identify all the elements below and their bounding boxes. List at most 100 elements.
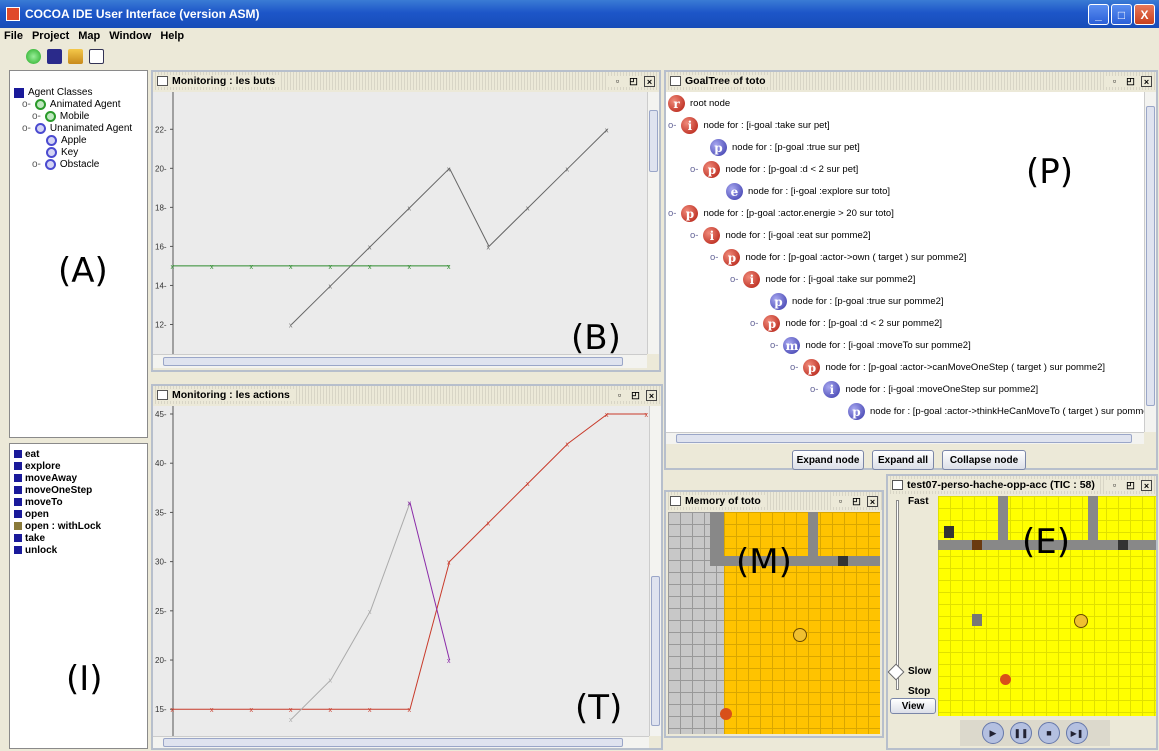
goaltree-horizontal-scrollbar[interactable] <box>666 432 1144 444</box>
tree-node[interactable]: p node for : [p-goal :actor->thinkHeCanMo… <box>848 403 1156 420</box>
tree-root[interactable]: Agent Classes <box>14 87 92 98</box>
close-icon[interactable]: × <box>1141 479 1152 491</box>
expand-node-button[interactable]: Expand node <box>792 450 864 470</box>
close-icon[interactable]: × <box>644 75 655 87</box>
menu-project[interactable]: Project <box>32 30 69 42</box>
iconify-icon[interactable]: ▫ <box>1109 480 1120 491</box>
actions-vertical-scrollbar[interactable] <box>649 406 661 736</box>
label-a: (A) <box>58 251 108 291</box>
action-unlock[interactable]: unlock <box>14 544 101 556</box>
play-button[interactable]: ▶ <box>982 722 1004 744</box>
tree-node[interactable]: o-p node for : [p-goal :actor->own ( targ… <box>710 249 966 266</box>
maximize-button[interactable]: □ <box>1111 4 1132 25</box>
label-p: (P) <box>1026 152 1074 192</box>
monitoring-actions-header[interactable]: Monitoring : les actions ▫ ◰ × <box>153 386 661 404</box>
map-icon[interactable] <box>68 48 83 64</box>
step-button[interactable]: ▶❚ <box>1066 722 1088 744</box>
speed-slider-track[interactable] <box>896 500 899 690</box>
tree-node[interactable]: p node for : [p-goal :true sur pet] <box>710 139 860 156</box>
iconify-icon[interactable]: ▫ <box>1109 76 1120 87</box>
goaltree-header[interactable]: GoalTree of toto ▫ ◰ × <box>666 72 1156 90</box>
menu-map[interactable]: Map <box>78 30 100 42</box>
tree-node[interactable]: o-p node for : [p-goal :actor->canMoveOne… <box>790 359 1105 376</box>
y-tick-label: 16- <box>155 242 167 251</box>
close-icon[interactable]: × <box>867 495 878 507</box>
tree-node[interactable]: p node for : [p-goal :true sur pomme2] <box>770 293 944 310</box>
axe-icon <box>972 614 982 626</box>
tree-item-key[interactable]: Key <box>46 147 78 158</box>
action-take[interactable]: take <box>14 532 101 544</box>
view-button[interactable]: View <box>890 698 936 714</box>
tree-node[interactable]: e node for : [i-goal :explore sur toto] <box>726 183 890 200</box>
maximize-icon[interactable]: ◰ <box>1125 76 1136 87</box>
tree-item-animated-agent[interactable]: o- Animated Agent <box>22 99 121 110</box>
speed-stop-label: Stop <box>908 686 931 697</box>
speed-control: Fast Slow Stop <box>887 496 936 697</box>
data-point: x <box>605 412 609 419</box>
tree-node[interactable]: o-p node for : [p-goal :actor.energie > 2… <box>668 205 894 222</box>
tree-node[interactable]: o-i node for : [i-goal :take sur pomme2] <box>730 271 915 288</box>
data-point: x <box>526 481 530 488</box>
tree-node[interactable]: o-i node for : [i-goal :eat sur pomme2] <box>690 227 871 244</box>
memory-header[interactable]: Memory of toto ▫ ◰ × <box>666 492 882 510</box>
menu-help[interactable]: Help <box>160 30 184 42</box>
y-tick-label: 20- <box>155 656 167 665</box>
action-eat[interactable]: eat <box>14 448 101 460</box>
maximize-icon[interactable]: ◰ <box>851 496 862 507</box>
monitoring-goals-header[interactable]: Monitoring : les buts ▫ ◰ × <box>153 72 659 90</box>
menu-file[interactable]: File <box>4 30 23 42</box>
tree-node[interactable]: o-m node for : [i-goal :moveTo sur pomme2… <box>770 337 971 354</box>
run-icon[interactable] <box>26 48 41 64</box>
goals-vertical-scrollbar[interactable] <box>647 92 659 354</box>
tree-node[interactable]: o-i node for : [i-goal :take sur pet] <box>668 117 830 134</box>
action-open[interactable]: open <box>14 508 101 520</box>
frame-icon <box>670 496 681 506</box>
y-tick-label: 35- <box>155 508 167 517</box>
data-point: x <box>447 658 451 665</box>
action-moveaway[interactable]: moveAway <box>14 472 101 484</box>
data-point: x <box>171 264 175 271</box>
wall <box>1088 496 1098 550</box>
agent-icon[interactable] <box>47 48 62 64</box>
window-icon[interactable] <box>89 48 104 64</box>
tree-node[interactable]: o-i node for : [i-goal :moveOneStep sur p… <box>810 381 1038 398</box>
data-point: x <box>329 283 333 290</box>
maximize-icon[interactable]: ◰ <box>630 390 641 401</box>
stop-button[interactable]: ■ <box>1038 722 1060 744</box>
data-point: x <box>408 205 412 212</box>
action-explore[interactable]: explore <box>14 460 101 472</box>
tree-node[interactable]: o-p node for : [p-goal :d < 2 sur pomme2] <box>750 315 942 332</box>
iconify-icon[interactable]: ▫ <box>835 496 846 507</box>
iconify-icon[interactable]: ▫ <box>614 390 625 401</box>
tree-item-apple[interactable]: Apple <box>46 135 87 146</box>
simulation-header[interactable]: test07-perso-hache-opp-acc (TIC : 58) ▫ ◰… <box>888 476 1156 494</box>
actions-horizontal-scrollbar[interactable] <box>153 736 649 748</box>
pause-button[interactable]: ❚❚ <box>1010 722 1032 744</box>
goals-horizontal-scrollbar[interactable] <box>153 354 647 368</box>
tree-item-mobile[interactable]: o- Mobile <box>32 111 89 122</box>
menu-window[interactable]: Window <box>109 30 151 42</box>
tree-node[interactable]: o-p node for : [p-goal :d < 2 sur pet] <box>690 161 858 178</box>
data-point: x <box>566 166 570 173</box>
minimize-button[interactable]: _ <box>1088 4 1109 25</box>
tree-node-root[interactable]: r root node <box>668 95 730 112</box>
action-open-withlock[interactable]: open : withLock <box>14 520 101 532</box>
action-moveto[interactable]: moveTo <box>14 496 101 508</box>
tree-item-obstacle[interactable]: o- Obstacle <box>32 159 99 170</box>
data-point: x <box>408 264 412 271</box>
close-icon[interactable]: × <box>1141 75 1152 87</box>
expand-all-button[interactable]: Expand all <box>872 450 934 470</box>
speed-slider-thumb[interactable] <box>887 663 905 681</box>
maximize-icon[interactable]: ◰ <box>1125 480 1136 491</box>
tree-item-unanimated-agent[interactable]: o- Unanimated Agent <box>22 123 132 134</box>
goaltree-vertical-scrollbar[interactable] <box>1144 92 1156 432</box>
simulation-frame: test07-perso-hache-opp-acc (TIC : 58) ▫ ◰… <box>886 474 1158 750</box>
maximize-icon[interactable]: ◰ <box>628 76 639 87</box>
iconify-icon[interactable]: ▫ <box>612 76 623 87</box>
close-button[interactable]: X <box>1134 4 1155 25</box>
action-moveonestep[interactable]: moveOneStep <box>14 484 101 496</box>
close-icon[interactable]: × <box>646 389 657 401</box>
collapse-node-button[interactable]: Collapse node <box>942 450 1026 470</box>
menu-bar: File Project Map Window Help <box>0 28 1159 44</box>
y-tick-label: 20- <box>155 164 167 173</box>
